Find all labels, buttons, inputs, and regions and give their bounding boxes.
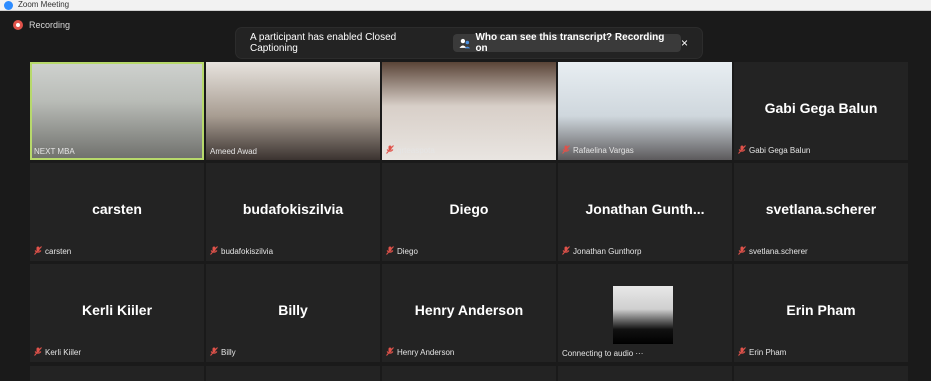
window-title: Zoom Meeting	[18, 0, 70, 9]
participant-name-label: Diego	[386, 246, 418, 257]
participant-display-name: Henry Anderson	[414, 302, 524, 318]
participant-display-name: Erin Pham	[786, 302, 856, 318]
participant-tile[interactable]: carsten carsten	[30, 163, 204, 261]
next-row-partial	[30, 366, 908, 381]
participant-display-name: Gabi Gega Balun	[764, 100, 878, 116]
participant-name-text: Billy	[221, 348, 236, 357]
participant-name-label: Ameed Awad	[210, 147, 257, 156]
participant-name-label: Connecting to audio ···	[562, 349, 643, 358]
profile-photo	[613, 286, 673, 344]
participant-name-text: Ameed Awad	[210, 147, 257, 156]
participant-tile[interactable]: Diego Diego	[382, 163, 556, 261]
recording-label: Recording	[29, 20, 71, 30]
participant-name-text: grteaspota	[397, 146, 435, 155]
mic-muted-icon	[210, 347, 218, 358]
participant-name-label: Rafaelina Vargas	[562, 145, 634, 156]
participant-tile[interactable]: Henry Anderson Henry Anderson	[382, 264, 556, 362]
participant-name-label: budafokiszilvia	[210, 246, 273, 257]
mic-muted-icon	[386, 145, 394, 156]
participant-display-name: Jonathan Gunth...	[585, 201, 705, 217]
mic-muted-icon	[738, 246, 746, 257]
zoom-app-icon	[4, 0, 13, 10]
participant-name-text: Kerli Kiiler	[45, 348, 82, 357]
participant-display-name: Diego	[449, 201, 489, 217]
participant-name-text: NEXT MBA	[34, 147, 75, 156]
participant-tile[interactable]: svetlana.scherer svetlana.scherer	[734, 163, 908, 261]
participant-name-label: Erin Pham	[738, 347, 786, 358]
participant-tile[interactable]: Connecting to audio ···	[558, 264, 732, 362]
participant-tile[interactable]: Jonathan Gunth... Jonathan Gunthorp	[558, 163, 732, 261]
participant-tile[interactable]	[558, 366, 732, 381]
participant-name-label: carsten	[34, 246, 71, 257]
participant-display-name: carsten	[92, 201, 142, 217]
participant-tile[interactable]: Rafaelina Vargas	[558, 62, 732, 160]
participant-name-text: Jonathan Gunthorp	[573, 247, 642, 256]
participant-tile[interactable]: budafokiszilvia budafokiszilvia	[206, 163, 380, 261]
participant-name-label: Henry Anderson	[386, 347, 454, 358]
participant-tile[interactable]: grteaspota	[382, 62, 556, 160]
participant-name-label: Billy	[210, 347, 236, 358]
mic-muted-icon	[562, 246, 570, 257]
participant-tile[interactable]	[206, 366, 380, 381]
participant-display-name: Billy	[278, 302, 308, 318]
participant-name-text: budafokiszilvia	[221, 247, 274, 256]
participant-tile[interactable]: Erin Pham Erin Pham	[734, 264, 908, 362]
participant-name-label: svetlana.scherer	[738, 246, 808, 257]
participant-name-text: Henry Anderson	[397, 348, 455, 357]
participant-tile[interactable]: Billy Billy	[206, 264, 380, 362]
participant-tile[interactable]: Ameed Awad	[206, 62, 380, 160]
participant-tile[interactable]: NEXT MBA	[30, 62, 204, 160]
transcript-visibility-link[interactable]: Who can see this transcript? Recording o…	[452, 32, 681, 54]
participant-name-text: Rafaelina Vargas	[573, 146, 634, 155]
participant-name-label: Gabi Gega Balun	[738, 145, 810, 156]
participant-name-text: Gabi Gega Balun	[749, 146, 811, 155]
participant-name-text: svetlana.scherer	[749, 247, 808, 256]
participant-tile[interactable]	[382, 366, 556, 381]
record-icon	[13, 20, 23, 30]
recording-indicator[interactable]: Recording	[13, 20, 70, 30]
close-icon[interactable]: ×	[681, 36, 688, 50]
captioning-message: A participant has enabled Closed Caption…	[250, 32, 397, 54]
participant-display-name: svetlana.scherer	[765, 201, 877, 217]
participant-name-label: Jonathan Gunthorp	[562, 246, 642, 257]
participant-name-text: Diego	[397, 247, 418, 256]
transcript-link-label: Who can see this transcript? Recording o…	[475, 32, 665, 54]
people-icon	[459, 38, 470, 48]
participant-tile[interactable]	[30, 366, 204, 381]
participant-display-name: Kerli Kiiler	[81, 302, 153, 318]
participant-display-name: budafokiszilvia	[242, 201, 344, 217]
participant-name-text: Erin Pham	[749, 348, 787, 357]
participant-name-label: grteaspota	[386, 145, 435, 156]
participant-name-label: NEXT MBA	[34, 147, 75, 156]
title-bar: Zoom Meeting	[0, 0, 931, 11]
participant-tile[interactable]: Gabi Gega Balun Gabi Gega Balun	[734, 62, 908, 160]
mic-muted-icon	[386, 246, 394, 257]
participant-tile[interactable]: Kerli Kiiler Kerli Kiiler	[30, 264, 204, 362]
participant-name-label: Kerli Kiiler	[34, 347, 81, 358]
mic-muted-icon	[386, 347, 394, 358]
participant-name-text: Connecting to audio ···	[562, 349, 644, 358]
mic-muted-icon	[34, 246, 42, 257]
mic-muted-icon	[210, 246, 218, 257]
participant-grid: NEXT MBA Ameed Awad grteaspota Rafaelina Va…	[30, 62, 908, 362]
mic-muted-icon	[562, 145, 570, 156]
captioning-notice: A participant has enabled Closed Caption…	[236, 28, 702, 58]
participant-tile[interactable]	[734, 366, 908, 381]
mic-muted-icon	[738, 347, 746, 358]
participant-name-text: carsten	[45, 247, 72, 256]
mic-muted-icon	[738, 145, 746, 156]
mic-muted-icon	[34, 347, 42, 358]
